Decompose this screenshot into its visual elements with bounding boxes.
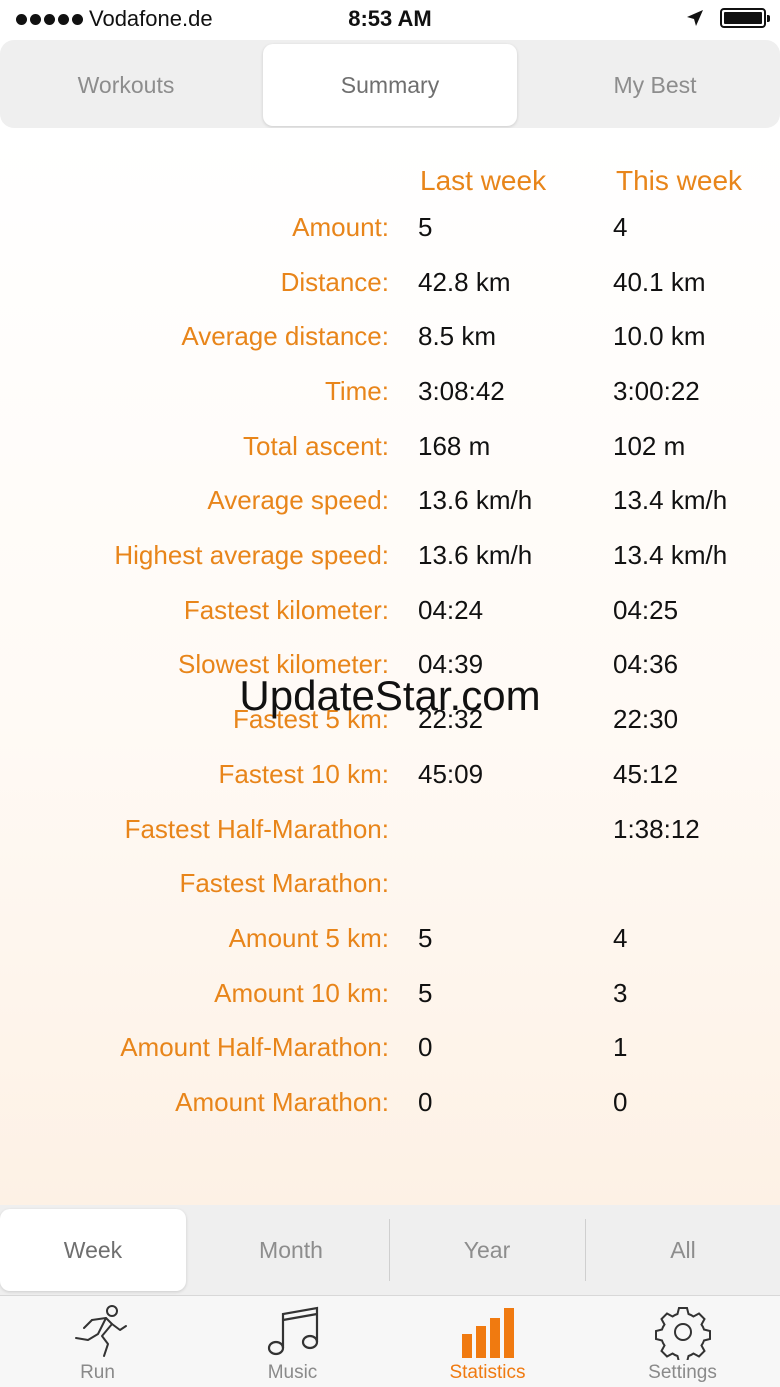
row-value-last-week: 42.8 km bbox=[418, 267, 511, 297]
row-value-last-week: 168 m bbox=[418, 431, 491, 461]
bottom-tab-bar: Run Music Statistics Settings bbox=[0, 1295, 780, 1387]
row-value-this-week: 10.0 km bbox=[613, 321, 706, 351]
row-value-last-week: 13.6 km/h bbox=[418, 540, 533, 570]
row-label: Highest average speed: bbox=[114, 540, 389, 570]
row-value-this-week: 102 m bbox=[613, 431, 686, 461]
summary-row: Fastest Half-Marathon: 1:38:12 bbox=[0, 814, 780, 854]
tab-summary[interactable]: Summary bbox=[263, 44, 517, 126]
summary-row: Amount Half-Marathon: 0 1 bbox=[0, 1032, 780, 1072]
period-week-label: Week bbox=[63, 1236, 123, 1263]
period-year-label: Year bbox=[463, 1236, 511, 1263]
row-value-this-week: 1:38:12 bbox=[613, 814, 700, 844]
tab-music-label: Music bbox=[267, 1362, 318, 1383]
row-label: Fastest Half-Marathon: bbox=[124, 814, 389, 844]
row-value-last-week: 0 bbox=[418, 1032, 433, 1062]
bar-chart-icon bbox=[460, 1304, 516, 1360]
row-label: Amount: bbox=[292, 212, 389, 242]
column-header-this-week: This week bbox=[616, 165, 743, 196]
row-label: Fastest 10 km: bbox=[218, 759, 390, 789]
summary-row: Fastest 10 km: 45:09 45:12 bbox=[0, 759, 780, 799]
summary-row: Average distance: 8.5 km 10.0 km bbox=[0, 321, 780, 361]
row-label: Average distance: bbox=[181, 321, 389, 351]
gear-icon bbox=[654, 1304, 711, 1360]
row-label: Amount 5 km: bbox=[228, 923, 389, 953]
status-right bbox=[686, 8, 770, 28]
summary-row: Distance: 42.8 km 40.1 km bbox=[0, 267, 780, 307]
period-month[interactable]: Month bbox=[195, 1209, 387, 1291]
row-label: Total ascent: bbox=[243, 431, 389, 461]
row-label: Average speed: bbox=[207, 485, 389, 515]
tab-my-best-label: My Best bbox=[613, 71, 697, 98]
tab-workouts[interactable]: Workouts bbox=[0, 44, 252, 126]
tab-my-best[interactable]: My Best bbox=[530, 44, 780, 126]
row-value-last-week: 3:08:42 bbox=[418, 376, 505, 406]
tab-settings-label: Settings bbox=[648, 1362, 717, 1383]
row-label: Amount 10 km: bbox=[214, 978, 389, 1008]
period-week[interactable]: Week bbox=[0, 1209, 186, 1291]
row-value-this-week: 04:25 bbox=[613, 595, 679, 625]
row-label: Time: bbox=[324, 376, 389, 406]
tab-run-label: Run bbox=[80, 1362, 115, 1383]
row-value-last-week: 8.5 km bbox=[418, 321, 497, 351]
column-header-last-week: Last week bbox=[420, 165, 547, 196]
battery-icon bbox=[720, 8, 770, 28]
runner-icon bbox=[68, 1304, 128, 1360]
row-value-last-week: 13.6 km/h bbox=[418, 485, 533, 515]
row-label: Amount Marathon: bbox=[175, 1087, 389, 1117]
tab-music[interactable]: Music bbox=[195, 1296, 390, 1387]
period-all-label: All bbox=[670, 1236, 696, 1263]
summary-row: Amount 10 km: 5 3 bbox=[0, 978, 780, 1018]
summary-row: Highest average speed: 13.6 km/h 13.4 km… bbox=[0, 540, 780, 580]
row-value-this-week: 0 bbox=[613, 1087, 628, 1117]
row-value-this-week: 13.4 km/h bbox=[613, 540, 728, 570]
period-month-label: Month bbox=[259, 1236, 323, 1263]
row-value-this-week: 45:12 bbox=[613, 759, 679, 789]
summary-row: Time: 3:08:42 3:00:22 bbox=[0, 376, 780, 416]
summary-row: Fastest Marathon: bbox=[0, 868, 780, 908]
summary-row: Amount: 5 4 bbox=[0, 212, 780, 252]
row-label: Distance: bbox=[280, 267, 389, 297]
row-value-this-week: 3 bbox=[613, 978, 628, 1008]
music-note-icon bbox=[265, 1304, 321, 1360]
status-time: 8:53 AM bbox=[348, 6, 432, 31]
summary-row: Amount Marathon: 0 0 bbox=[0, 1087, 780, 1127]
tab-run[interactable]: Run bbox=[0, 1296, 195, 1387]
row-label: Fastest kilometer: bbox=[183, 595, 389, 625]
row-label: Amount Half-Marathon: bbox=[120, 1032, 389, 1062]
row-value-last-week: 0 bbox=[418, 1087, 433, 1117]
period-segmented-control: Week Month Year All bbox=[0, 1205, 780, 1295]
summary-row: Total ascent: 168 m 102 m bbox=[0, 431, 780, 471]
watermark-text: UpdateStar.com bbox=[239, 672, 541, 719]
tab-settings[interactable]: Settings bbox=[585, 1296, 780, 1387]
tab-statistics[interactable]: Statistics bbox=[390, 1296, 585, 1387]
top-segmented-control: Workouts Summary My Best bbox=[0, 40, 780, 128]
row-value-this-week: 4 bbox=[613, 212, 628, 242]
row-value-last-week: 45:09 bbox=[418, 759, 484, 789]
row-value-last-week: 04:24 bbox=[418, 595, 484, 625]
row-value-this-week: 4 bbox=[613, 923, 628, 953]
summary-content: Last week This week Amount: 5 4 Distance… bbox=[0, 128, 780, 1205]
row-value-last-week: 5 bbox=[418, 212, 433, 242]
tab-workouts-label: Workouts bbox=[77, 71, 175, 98]
row-value-this-week: 40.1 km bbox=[613, 267, 706, 297]
location-arrow-icon bbox=[687, 10, 703, 26]
period-all[interactable]: All bbox=[586, 1209, 780, 1291]
row-value-last-week: 5 bbox=[418, 923, 433, 953]
row-value-last-week: 5 bbox=[418, 978, 433, 1008]
summary-row: Fastest kilometer: 04:24 04:25 bbox=[0, 595, 780, 635]
row-value-this-week: 3:00:22 bbox=[613, 376, 700, 406]
row-value-this-week: 1 bbox=[613, 1032, 628, 1062]
tab-summary-label: Summary bbox=[340, 71, 440, 98]
row-value-this-week: 13.4 km/h bbox=[613, 485, 728, 515]
summary-row: Average speed: 13.6 km/h 13.4 km/h bbox=[0, 485, 780, 525]
tab-statistics-label: Statistics bbox=[449, 1362, 526, 1383]
summary-row: Amount 5 km: 5 4 bbox=[0, 923, 780, 963]
period-year[interactable]: Year bbox=[390, 1209, 584, 1291]
row-label: Fastest Marathon: bbox=[179, 868, 389, 898]
status-bar: Vodafone.de 8:53 AM bbox=[0, 0, 780, 40]
